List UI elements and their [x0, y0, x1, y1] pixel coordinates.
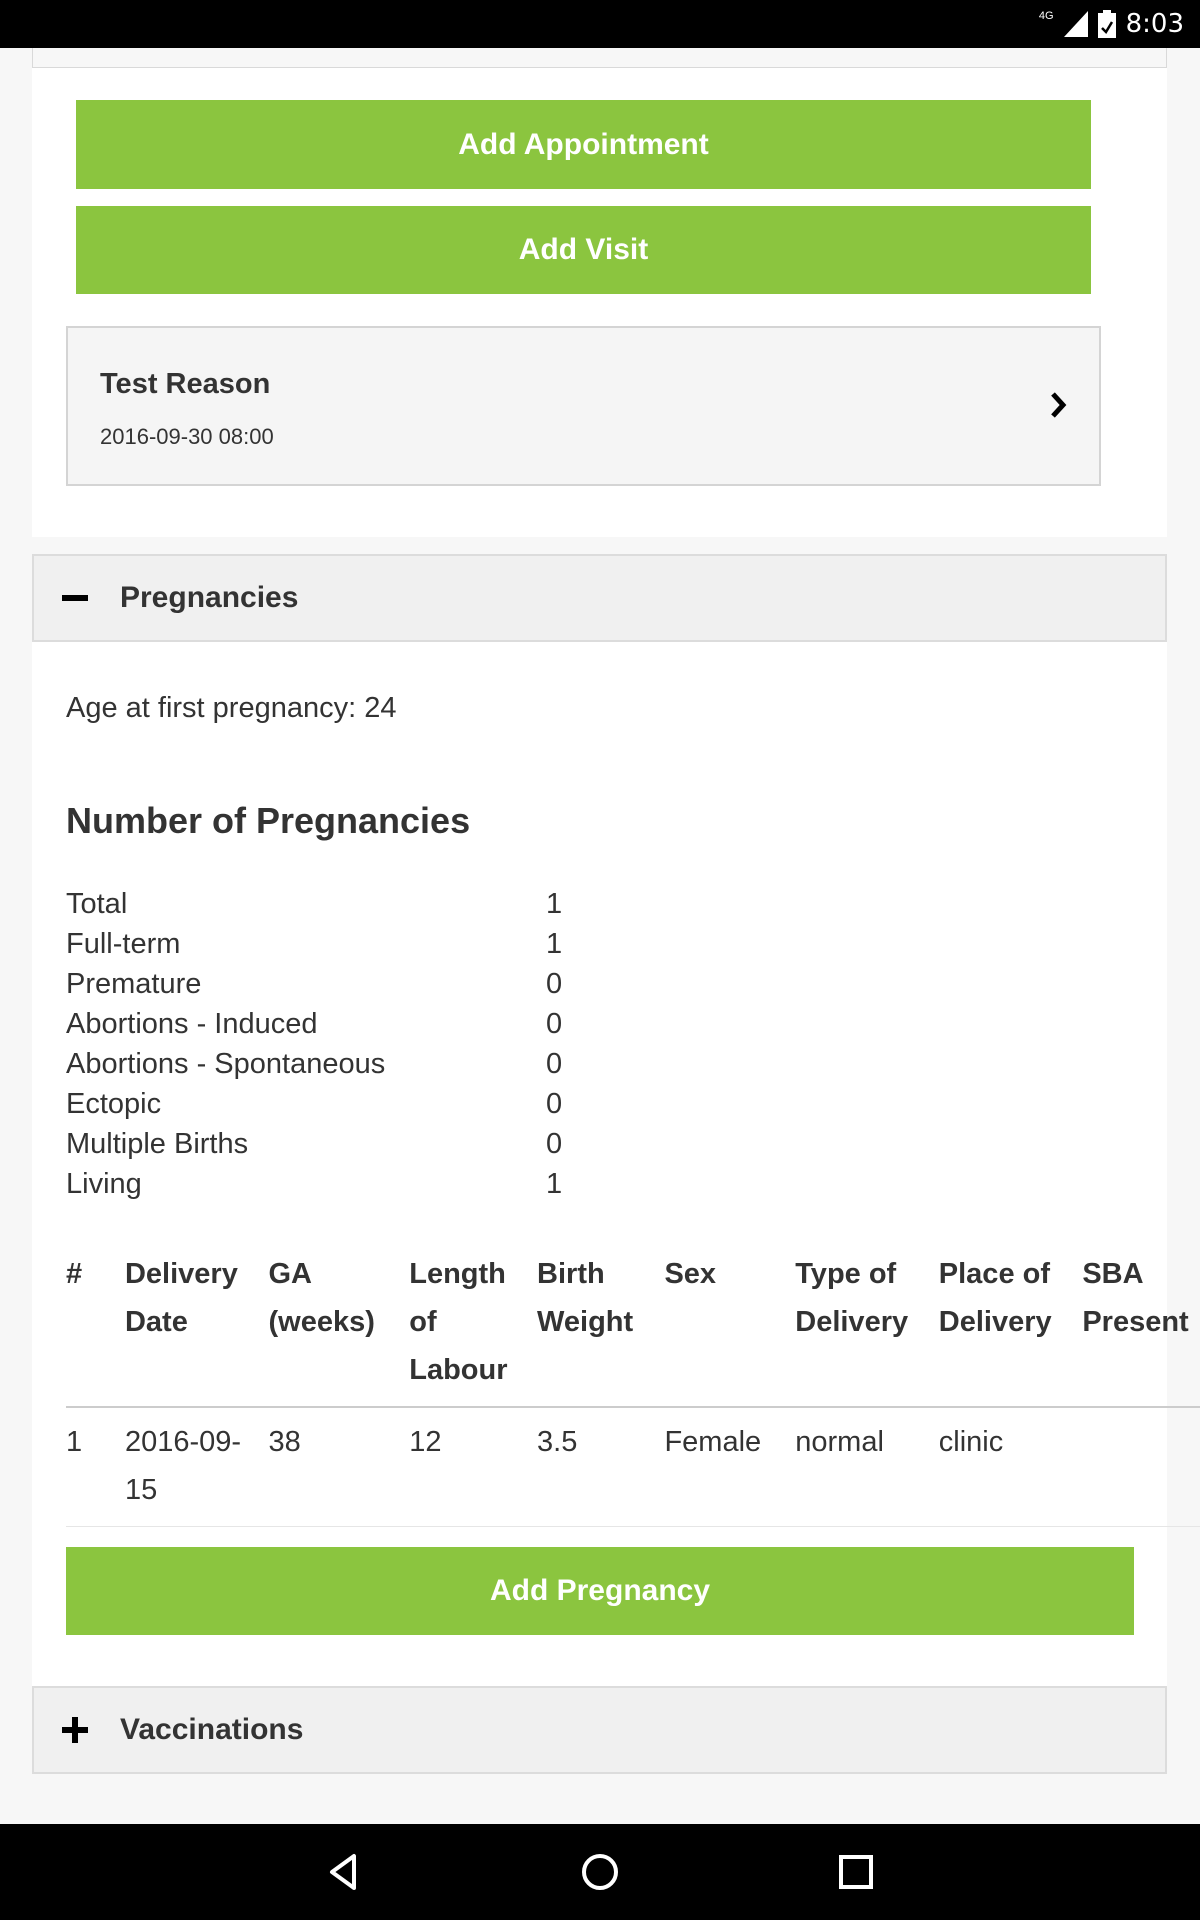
count-row: Ectopic 0	[66, 1084, 586, 1124]
minus-icon	[60, 583, 90, 613]
pregnancy-table: # Delivery Date GA (weeks) Length of Lab…	[66, 1250, 1200, 1527]
previous-card-edge	[32, 48, 1167, 68]
column-header: Sex	[664, 1250, 796, 1408]
table-cell: 2016-09-15	[124, 1407, 269, 1527]
appointment-datetime: 2016-09-30 08:00	[100, 424, 274, 449]
count-label: Multiple Births	[66, 1128, 249, 1160]
battery-icon	[1097, 10, 1116, 38]
status-bar: 4G 8:03	[0, 0, 1200, 48]
column-header: Length of Labour	[409, 1250, 538, 1408]
count-label: Ectopic	[66, 1088, 162, 1120]
count-label: Full-term	[66, 928, 181, 960]
back-icon[interactable]	[320, 1848, 368, 1896]
pregnancies-section-header[interactable]: Pregnancies	[32, 554, 1167, 642]
table-header-row: # Delivery Date GA (weeks) Length of Lab…	[66, 1250, 1200, 1408]
number-of-pregnancies-heading: Number of Pregnancies	[66, 800, 471, 841]
count-row: Premature 0	[66, 964, 586, 1004]
recents-icon[interactable]	[832, 1848, 880, 1896]
table-cell: 1	[66, 1407, 125, 1527]
count-row: Full-term 1	[66, 924, 586, 964]
appointment-item[interactable]: Test Reason 2016-09-30 08:00	[66, 326, 1101, 486]
count-label: Premature	[66, 968, 202, 1000]
age-first-pregnancy: Age at first pregnancy: 24	[66, 692, 397, 724]
count-label: Abortions - Induced	[66, 1008, 318, 1040]
column-header: Place of Delivery	[938, 1250, 1083, 1408]
column-header: SBA Present	[1082, 1250, 1200, 1408]
vaccinations-title: Vaccinations	[120, 1713, 304, 1746]
count-value: 1	[546, 888, 563, 920]
table-cell: normal	[795, 1407, 939, 1527]
pregnancy-table-scroll[interactable]: # Delivery Date GA (weeks) Length of Lab…	[66, 1250, 1200, 1527]
count-value: 1	[546, 1168, 563, 1200]
count-value: 1	[546, 928, 563, 960]
count-row: Abortions - Spontaneous 0	[66, 1044, 586, 1084]
count-row: Total 1	[66, 884, 586, 924]
column-header: Type of Delivery	[795, 1250, 939, 1408]
home-icon[interactable]	[576, 1848, 624, 1896]
count-value: 0	[546, 1008, 563, 1040]
table-cell: clinic	[938, 1407, 1083, 1527]
signal-icon	[1063, 11, 1088, 37]
navigation-bar	[0, 1824, 1200, 1920]
table-row: 1 2016-09-15 38 12 3.5 Female normal cli…	[66, 1407, 1200, 1527]
add-appointment-button[interactable]: Add Appointment	[76, 100, 1091, 189]
count-label: Abortions - Spontaneous	[66, 1048, 386, 1080]
count-row: Multiple Births 0	[66, 1124, 586, 1164]
table-cell: 3.5	[537, 1407, 665, 1527]
count-value: 0	[546, 1088, 563, 1120]
count-value: 0	[546, 968, 563, 1000]
vaccinations-section-header[interactable]: Vaccinations	[32, 1686, 1167, 1774]
main-content: Add Appointment Add Visit Test Reason 20…	[0, 48, 1200, 1824]
pregnancies-title: Pregnancies	[120, 581, 299, 614]
plus-icon	[60, 1715, 90, 1745]
count-row: Abortions - Induced 0	[66, 1004, 586, 1044]
add-visit-button[interactable]: Add Visit	[76, 206, 1091, 294]
count-row: Living 1	[66, 1164, 586, 1204]
network-type: 4G	[1038, 10, 1054, 22]
column-header: Delivery Date	[124, 1250, 269, 1408]
count-value: 0	[546, 1048, 563, 1080]
pregnancy-counts: Total 1 Full-term 1 Premature 0 Abortions -…	[66, 884, 586, 1204]
add-pregnancy-button[interactable]: Add Pregnancy	[66, 1547, 1134, 1635]
column-header: GA (weeks)	[268, 1250, 410, 1408]
count-label: Total	[66, 888, 128, 920]
table-cell	[1082, 1407, 1200, 1527]
table-cell: 12	[409, 1407, 538, 1527]
clock: 8:03	[1125, 9, 1184, 39]
column-header: Birth Weight	[537, 1250, 665, 1408]
table-cell: Female	[664, 1407, 796, 1527]
chevron-right-icon	[1051, 392, 1067, 418]
appointment-title: Test Reason	[100, 368, 271, 400]
count-label: Living	[66, 1168, 142, 1200]
table-cell: 38	[268, 1407, 410, 1527]
count-value: 0	[546, 1128, 563, 1160]
column-header: #	[66, 1250, 125, 1408]
